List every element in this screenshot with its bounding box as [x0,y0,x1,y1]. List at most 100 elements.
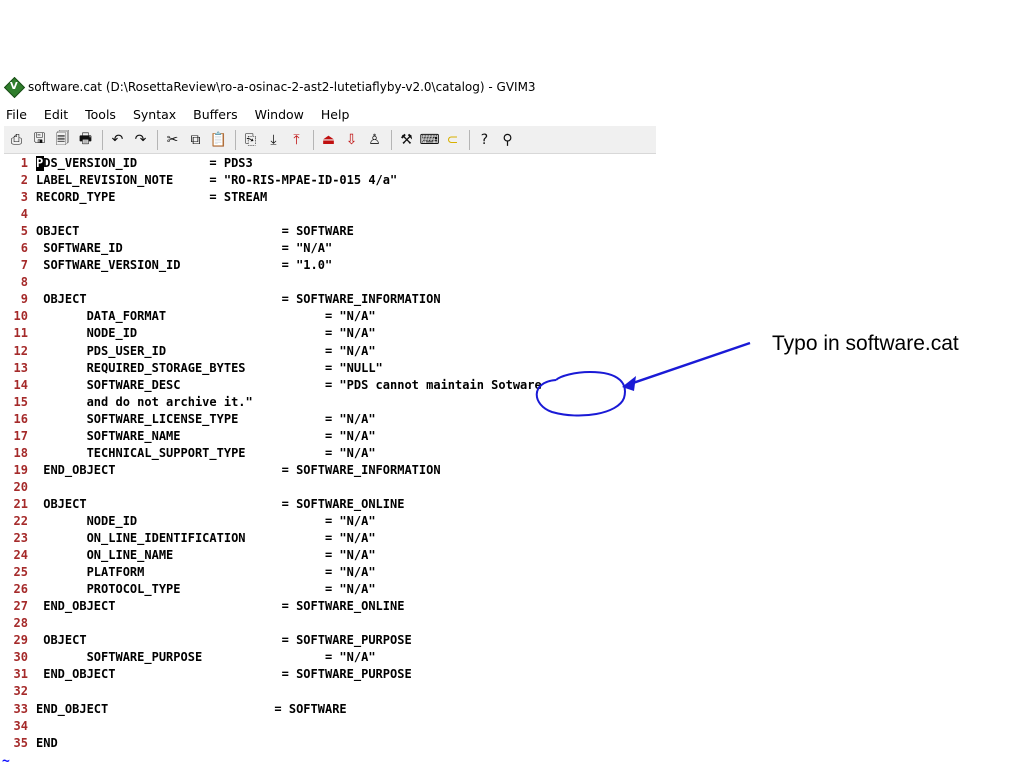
toolbar-separator [157,129,158,150]
run-script-icon[interactable]: ♙ [364,129,385,150]
editor-line[interactable]: 9 OBJECT = SOFTWARE_INFORMATION [4,291,656,308]
editor-line[interactable]: 3 RECORD_TYPE = STREAM [4,189,656,206]
line-number: 28 [13,616,28,631]
toolbar-separator [469,129,470,150]
menu-file[interactable]: File [4,106,29,123]
line-number: 33 [13,701,28,716]
editor-line[interactable]: 10 DATA_FORMAT = "N/A" [4,308,656,325]
editor-line[interactable]: 34 [4,718,656,735]
find-help-icon[interactable]: ⚲ [497,129,518,150]
editor-line[interactable]: 2 LABEL_REVISION_NOTE = "RO-RIS-MPAE-ID-0… [4,172,656,189]
undo-icon[interactable]: ↶ [107,129,128,150]
menu-buffers[interactable]: Buffers [191,106,239,123]
line-number: 21 [13,496,28,511]
cut-icon[interactable]: ✂ [162,129,183,150]
line-text: SOFTWARE_ID = "N/A" [36,241,333,256]
load-session-icon[interactable]: ⏏ [318,129,339,150]
line-number: 6 [20,241,28,256]
window-titlebar: V software.cat (D:\RosettaReview\ro-a-os… [3,76,656,99]
line-number: 9 [20,292,28,307]
line-text: END_OBJECT = SOFTWARE_PURPOSE [36,667,412,682]
line-number: 4 [20,207,28,222]
editor-line[interactable]: 22 NODE_ID = "N/A" [4,513,656,530]
gvim-icon: V [3,76,26,99]
replace-icon[interactable]: ⎘ [240,129,261,150]
editor-line[interactable]: 21 OBJECT = SOFTWARE_ONLINE [4,496,656,513]
line-number: 11 [13,326,28,341]
line-number: 18 [13,445,28,460]
menu-help[interactable]: Help [319,106,352,123]
save-session-icon[interactable]: ⇩ [341,129,362,150]
editor-line[interactable]: 18 TECHNICAL_SUPPORT_TYPE = "N/A" [4,445,656,462]
editor-line[interactable]: 28 [4,615,656,632]
line-number: 17 [13,428,28,443]
editor-line[interactable]: 16 SOFTWARE_LICENSE_TYPE = "N/A" [4,411,656,428]
make-icon[interactable]: ⚒ [396,129,417,150]
annotation-label: Typo in software.cat [772,332,959,355]
editor-line[interactable]: 1 PDS_VERSION_ID = PDS3 [4,155,656,172]
line-text: END [36,735,58,750]
menu-edit[interactable]: Edit [42,106,70,123]
line-text: DATA_FORMAT = "N/A" [36,309,376,324]
redo-icon[interactable]: ↷ [130,129,151,150]
editor-line[interactable]: 25 PLATFORM = "N/A" [4,564,656,581]
line-text: END_OBJECT = SOFTWARE [36,701,347,716]
line-text: LABEL_REVISION_NOTE = "RO-RIS-MPAE-ID-01… [36,173,398,188]
editor-line[interactable]: 35 END [4,735,656,752]
editor-line[interactable]: 4 [4,206,656,223]
editor-line[interactable]: 27 END_OBJECT = SOFTWARE_ONLINE [4,598,656,615]
editor-line[interactable]: 23 ON_LINE_IDENTIFICATION = "N/A" [4,530,656,547]
editor-line[interactable]: 12 PDS_USER_ID = "N/A" [4,343,656,360]
toolbar-separator [313,129,314,150]
menu-syntax[interactable]: Syntax [131,106,178,123]
help-icon[interactable]: ? [474,129,495,150]
line-number: 29 [13,633,28,648]
line-number: 34 [13,718,28,733]
line-text: ON_LINE_IDENTIFICATION = "N/A" [36,531,376,546]
editor-line[interactable]: 29 OBJECT = SOFTWARE_PURPOSE [4,632,656,649]
menu-tools[interactable]: Tools [83,106,118,123]
line-number: 10 [13,309,28,324]
copy-icon[interactable]: ⧉ [185,129,206,150]
empty-line-marker: ~ [2,754,10,769]
print-icon[interactable]: 🖶 [75,129,96,150]
editor-line[interactable]: 11 NODE_ID = "N/A" [4,325,656,342]
shell-icon[interactable]: ⌨ [419,129,440,150]
editor-line[interactable]: 5 OBJECT = SOFTWARE [4,223,656,240]
line-text: SOFTWARE_PURPOSE = "N/A" [36,650,376,665]
editor-line[interactable]: 19 END_OBJECT = SOFTWARE_INFORMATION [4,462,656,479]
editor-line[interactable]: 26 PROTOCOL_TYPE = "N/A" [4,581,656,598]
line-number: 3 [20,190,28,205]
line-number: 8 [20,275,28,290]
editor-line[interactable]: 30 SOFTWARE_PURPOSE = "N/A" [4,649,656,666]
line-text: PLATFORM = "N/A" [36,565,376,580]
editor-line[interactable]: 7 SOFTWARE_VERSION_ID = "1.0" [4,257,656,274]
editor-line[interactable]: 6 SOFTWARE_ID = "N/A" [4,240,656,257]
toolbar-separator [102,129,103,150]
menu-bar: File Edit Tools Syntax Buffers Window Help [6,104,364,124]
editor-line[interactable]: 13 REQUIRED_STORAGE_BYTES = "NULL" [4,360,656,377]
line-text: NODE_ID = "N/A" [36,326,376,341]
find-prev-icon[interactable]: ⤒ [286,129,307,150]
editor-line[interactable]: 20 [4,479,656,496]
save-all-icon[interactable]: 🗐 [52,129,73,150]
open-icon[interactable]: ⎙ [6,129,27,150]
line-text: SOFTWARE_DESC = "PDS cannot maintain Sot… [36,377,542,392]
editor-line[interactable]: 15 and do not archive it." [4,394,656,411]
editor-line[interactable]: 32 [4,683,656,700]
find-next-icon[interactable]: ⤓ [263,129,284,150]
paste-icon[interactable]: 📋 [208,129,229,150]
editor-line[interactable]: 24 ON_LINE_NAME = "N/A" [4,547,656,564]
editor-line[interactable]: 8 [4,274,656,291]
editor-line[interactable]: 14 SOFTWARE_DESC = "PDS cannot maintain … [4,377,656,394]
save-icon[interactable]: 🖫 [29,129,50,150]
editor-line[interactable]: 33 END_OBJECT = SOFTWARE [4,701,656,718]
ctags-icon[interactable]: ⊂ [442,129,463,150]
line-text: NODE_ID = "N/A" [36,513,376,528]
line-number: 5 [20,224,28,239]
menu-window[interactable]: Window [253,106,306,123]
editor-line[interactable]: 31 END_OBJECT = SOFTWARE_PURPOSE [4,666,656,683]
editor-line[interactable]: 17 SOFTWARE_NAME = "N/A" [4,428,656,445]
line-text: OBJECT = SOFTWARE_INFORMATION [36,292,441,307]
text-editor[interactable]: 1 PDS_VERSION_ID = PDS3 2 LABEL_REVISION_NO… [4,155,656,768]
